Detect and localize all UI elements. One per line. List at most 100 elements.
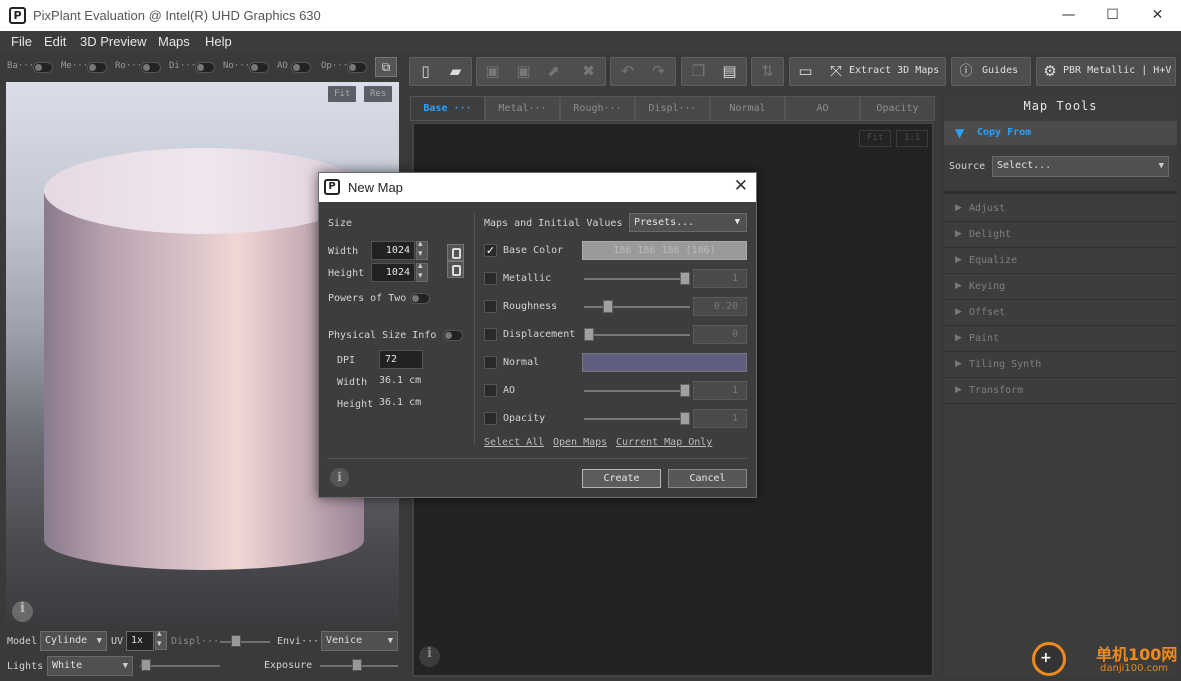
link-aspect-icon-lower[interactable] bbox=[447, 261, 464, 278]
ao-slider-track[interactable] bbox=[584, 390, 690, 392]
pbr-mode-button[interactable]: ⚙ PBR Metallic | H+V bbox=[1036, 57, 1176, 86]
tool-tiling-synth[interactable]: ▶ Tiling Synth bbox=[944, 353, 1177, 378]
toggle-rough[interactable] bbox=[141, 62, 161, 73]
tool-offset[interactable]: ▶ Offset bbox=[944, 301, 1177, 326]
menu-edit[interactable]: Edit bbox=[44, 34, 66, 49]
copy-icon[interactable]: ❐ bbox=[684, 58, 713, 85]
delete-icon[interactable]: ✖ bbox=[574, 58, 603, 85]
lights-slider-track[interactable] bbox=[140, 665, 220, 667]
extract-3d-maps-button[interactable]: Extract 3D Maps bbox=[849, 65, 939, 76]
viewport-info-icon[interactable]: i bbox=[12, 601, 33, 622]
close-window-button[interactable]: ✕ bbox=[1135, 0, 1180, 31]
toggle-displ[interactable] bbox=[195, 62, 215, 73]
current-map-only-link[interactable]: Current Map Only bbox=[616, 437, 712, 448]
menu-file[interactable]: File bbox=[11, 34, 32, 49]
toggle-metal[interactable] bbox=[87, 62, 107, 73]
base-color-checkbox[interactable]: ✓ bbox=[484, 244, 497, 257]
exposure-slider-knob[interactable] bbox=[352, 659, 362, 671]
detach-view-icon[interactable]: ⧉ bbox=[375, 57, 397, 77]
tab-roughness[interactable]: Rough··· bbox=[560, 96, 635, 121]
paste-icon[interactable]: ▤ bbox=[715, 58, 744, 85]
canvas-fit-button[interactable]: Fit bbox=[859, 130, 892, 147]
toggle-ao[interactable] bbox=[291, 62, 311, 73]
extract-3d-maps-icon[interactable]: ⤧ bbox=[824, 58, 848, 85]
normal-checkbox[interactable] bbox=[484, 356, 497, 369]
toggle-base[interactable] bbox=[33, 62, 53, 73]
swap-icon[interactable]: ⇅ bbox=[753, 58, 782, 85]
redo-icon[interactable]: ↷ bbox=[644, 58, 673, 85]
opacity-value-input[interactable]: 1 bbox=[693, 409, 747, 428]
tab-metallic[interactable]: Metal··· bbox=[485, 96, 560, 121]
roughness-value-input[interactable]: 0.20 bbox=[693, 297, 747, 316]
menu-help[interactable]: Help bbox=[205, 34, 232, 49]
ao-value-input[interactable]: 1 bbox=[693, 381, 747, 400]
res-button[interactable]: Res bbox=[364, 86, 393, 102]
metallic-slider-knob[interactable] bbox=[680, 272, 690, 285]
open-folder-icon[interactable]: ▰ bbox=[441, 58, 470, 85]
metallic-slider-track[interactable] bbox=[584, 278, 690, 280]
tool-adjust[interactable]: ▶ Adjust bbox=[944, 197, 1177, 222]
open-maps-link[interactable]: Open Maps bbox=[553, 437, 607, 448]
toggle-normal[interactable] bbox=[249, 62, 269, 73]
tab-ao[interactable]: AO bbox=[785, 96, 860, 121]
canvas-info-icon[interactable]: i bbox=[419, 646, 440, 667]
width-input[interactable]: 1024 bbox=[371, 241, 415, 260]
ao-checkbox[interactable] bbox=[484, 384, 497, 397]
width-stepper[interactable] bbox=[416, 239, 428, 260]
menu-maps[interactable]: Maps bbox=[158, 34, 190, 49]
fit-button[interactable]: Fit bbox=[328, 86, 357, 102]
tab-base[interactable]: Base ··· bbox=[410, 96, 485, 121]
tool-equalize[interactable]: ▶ Equalize bbox=[944, 249, 1177, 274]
source-select[interactable]: Select... ▼ bbox=[992, 156, 1169, 177]
ao-slider-knob[interactable] bbox=[680, 384, 690, 397]
opacity-slider-track[interactable] bbox=[584, 418, 690, 420]
displacement-slider-track[interactable] bbox=[584, 334, 690, 336]
powers-of-two-toggle[interactable] bbox=[410, 293, 430, 304]
opacity-slider-knob[interactable] bbox=[680, 412, 690, 425]
new-file-icon[interactable]: ▯ bbox=[411, 58, 440, 85]
roughness-slider-knob[interactable] bbox=[603, 300, 614, 313]
tool-transform[interactable]: ▶ Transform bbox=[944, 379, 1177, 404]
create-button[interactable]: Create bbox=[582, 469, 661, 488]
metallic-value-input[interactable]: 1 bbox=[693, 269, 747, 288]
undo-icon[interactable]: ↶ bbox=[613, 58, 642, 85]
metallic-checkbox[interactable] bbox=[484, 272, 497, 285]
save-icon[interactable]: ▣ bbox=[478, 58, 507, 85]
lights-slider-knob[interactable] bbox=[141, 659, 151, 671]
select-all-link[interactable]: Select All bbox=[484, 437, 544, 448]
export-icon[interactable]: ⬈ bbox=[539, 58, 568, 85]
opacity-checkbox[interactable] bbox=[484, 412, 497, 425]
physical-size-toggle[interactable] bbox=[443, 330, 463, 341]
tab-opacity[interactable]: Opacity bbox=[860, 96, 935, 121]
displ-slider-track[interactable] bbox=[220, 641, 270, 643]
tool-paint[interactable]: ▶ Paint bbox=[944, 327, 1177, 352]
displacement-checkbox[interactable] bbox=[484, 328, 497, 341]
roughness-checkbox[interactable] bbox=[484, 300, 497, 313]
tab-normal[interactable]: Normal bbox=[710, 96, 785, 121]
dialog-close-icon[interactable]: ✕ bbox=[734, 176, 748, 196]
dpi-input[interactable]: 72 bbox=[379, 350, 423, 369]
cancel-button[interactable]: Cancel bbox=[668, 469, 747, 488]
dialog-info-icon[interactable]: i bbox=[330, 468, 349, 487]
save-as-icon[interactable]: ▣ bbox=[509, 58, 538, 85]
guides-button[interactable]: ⓘ Guides bbox=[951, 57, 1031, 86]
minimize-button[interactable]: — bbox=[1046, 0, 1091, 31]
canvas-1to1-button[interactable]: 1:1 bbox=[896, 130, 929, 147]
menu-3d-preview[interactable]: 3D Preview bbox=[80, 34, 146, 49]
uv-input[interactable]: 1x bbox=[126, 631, 154, 651]
height-stepper[interactable] bbox=[416, 261, 428, 282]
height-input[interactable]: 1024 bbox=[371, 263, 415, 282]
tool-keying[interactable]: ▶ Keying bbox=[944, 275, 1177, 300]
normal-color-swatch[interactable] bbox=[582, 353, 747, 372]
tab-displacement[interactable]: Displ··· bbox=[635, 96, 710, 121]
displacement-value-input[interactable]: 0 bbox=[693, 325, 747, 344]
uv-stepper[interactable] bbox=[155, 629, 167, 650]
base-color-swatch[interactable]: 186 186 186 (186) bbox=[582, 241, 747, 260]
tool-delight[interactable]: ▶ Delight bbox=[944, 223, 1177, 248]
environment-select[interactable]: Venice ▼ bbox=[321, 631, 398, 651]
maximize-button[interactable]: ☐ bbox=[1090, 0, 1135, 31]
copy-from-section[interactable]: ▼ Copy From bbox=[944, 121, 1177, 145]
link-aspect-icon[interactable] bbox=[447, 244, 464, 261]
toggle-opacity[interactable] bbox=[347, 62, 367, 73]
presets-select[interactable]: Presets... ▼ bbox=[629, 213, 747, 232]
